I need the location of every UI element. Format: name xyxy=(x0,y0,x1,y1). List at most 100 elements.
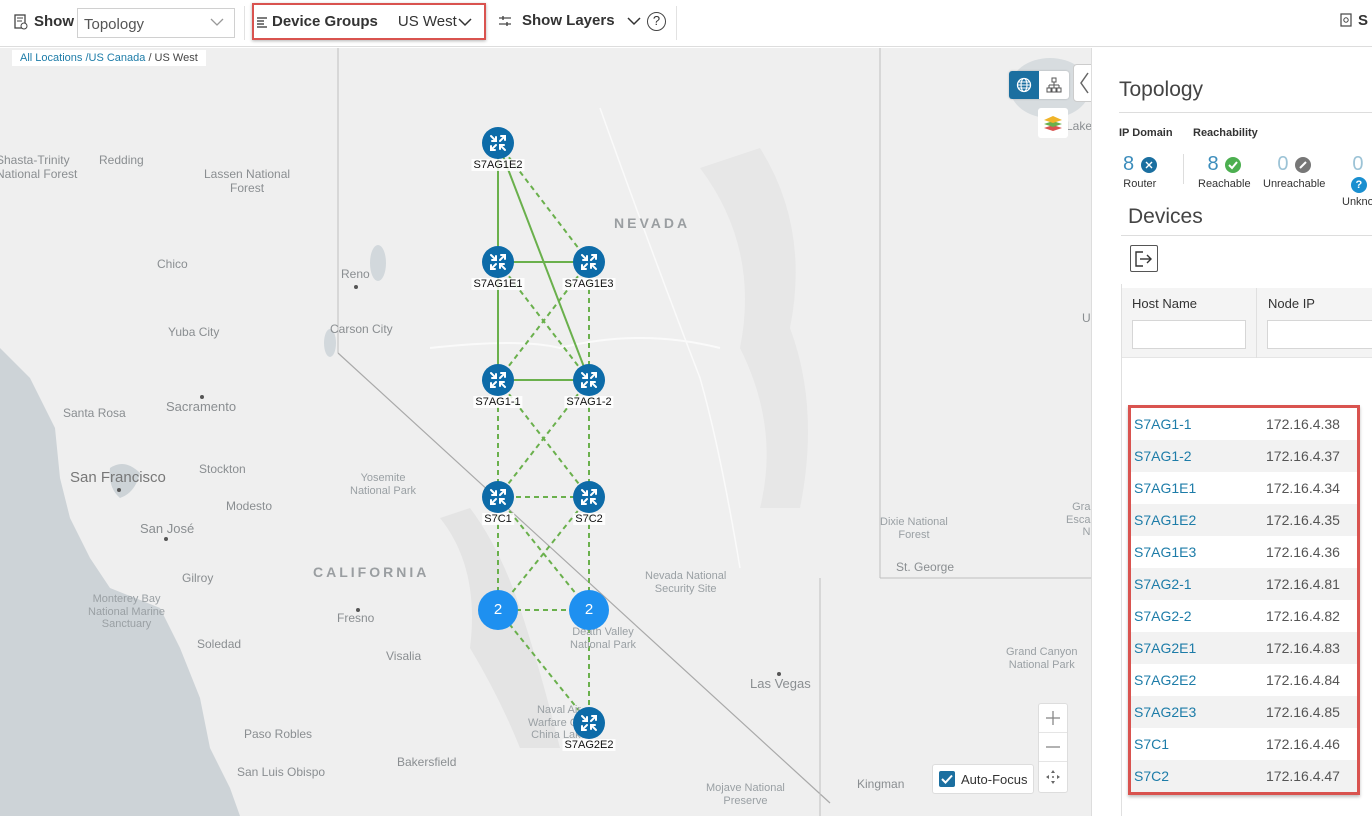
map-label: San Francisco xyxy=(70,469,166,486)
breadcrumb-us-canada[interactable]: /US Canada xyxy=(85,52,145,64)
table-row[interactable]: S7AG2E2 172.16.4.84 xyxy=(1131,664,1357,696)
chevron-down-icon xyxy=(627,16,641,25)
sliders-icon xyxy=(499,15,511,26)
city-dot xyxy=(117,488,121,492)
fit-to-screen-icon xyxy=(1046,769,1060,784)
host-name-link[interactable]: S7AG1E3 xyxy=(1131,544,1266,560)
host-name-link[interactable]: S7AG1-2 xyxy=(1131,448,1266,464)
node-ip-cell: 172.16.4.83 xyxy=(1266,640,1340,656)
map-label: Soledad xyxy=(197,637,242,651)
map-label: Modesto xyxy=(226,499,273,513)
host-name-link[interactable]: S7AG2E3 xyxy=(1131,704,1266,720)
router-node[interactable] xyxy=(482,127,514,159)
router-node[interactable] xyxy=(573,707,605,739)
host-name-link[interactable]: S7AG1-1 xyxy=(1131,416,1266,432)
fit-view-button[interactable] xyxy=(1039,762,1067,791)
node-ip-cell: 172.16.4.36 xyxy=(1266,544,1340,560)
right-toolbar-label: S xyxy=(1358,12,1369,29)
node-ip-filter-input[interactable] xyxy=(1267,320,1372,349)
divider xyxy=(1121,284,1122,816)
device-groups-label: Device Groups xyxy=(272,13,378,30)
panel-toggle-button[interactable] xyxy=(1073,64,1091,102)
logical-view-button[interactable] xyxy=(1039,71,1069,99)
table-row[interactable]: S7AG2-2 172.16.4.82 xyxy=(1131,600,1357,632)
summary-router[interactable]: 8 Router xyxy=(1123,153,1157,190)
breadcrumb-all-locations[interactable]: All Locations xyxy=(20,52,82,64)
unreachable-caption: Unreachable xyxy=(1263,178,1326,190)
view-icon xyxy=(14,13,28,29)
router-node[interactable] xyxy=(573,246,605,278)
summary-unknown[interactable]: 0 ? Unkno xyxy=(1342,153,1372,208)
table-row[interactable]: S7AG2E3 172.16.4.85 xyxy=(1131,696,1357,728)
router-node[interactable] xyxy=(482,246,514,278)
node-label: S7AG1E3 xyxy=(562,278,616,290)
host-name-link[interactable]: S7AG2E2 xyxy=(1131,672,1266,688)
map-label: Shasta-Trinity National Forest xyxy=(0,153,78,181)
show-layers-dropdown[interactable]: Show Layers xyxy=(498,12,641,29)
geo-view-button[interactable] xyxy=(1009,71,1039,99)
host-name-link[interactable]: S7AG1E2 xyxy=(1131,512,1266,528)
map-label: Lake xyxy=(1066,119,1091,133)
zoom-in-button[interactable] xyxy=(1039,704,1067,733)
layers-icon xyxy=(1044,116,1062,131)
router-icon xyxy=(581,254,597,270)
device-cluster[interactable]: 2 xyxy=(478,590,518,630)
table-row[interactable]: S7AG2-1 172.16.4.81 xyxy=(1131,568,1357,600)
host-name-link[interactable]: S7AG2-1 xyxy=(1131,576,1266,592)
node-label: S7C1 xyxy=(482,513,514,525)
device-groups-dropdown[interactable]: Device Groups US West xyxy=(252,3,486,40)
table-row[interactable]: S7AG1-1 172.16.4.38 xyxy=(1131,408,1357,440)
host-name-link[interactable]: S7C2 xyxy=(1131,768,1266,784)
router-icon xyxy=(490,489,506,505)
export-icon xyxy=(1135,250,1152,267)
map-label: Bakersfield xyxy=(397,755,457,769)
table-row[interactable]: S7AG1E2 172.16.4.35 xyxy=(1131,504,1357,536)
table-row[interactable]: S7AG2E1 172.16.4.83 xyxy=(1131,632,1357,664)
router-node[interactable] xyxy=(482,481,514,513)
export-button[interactable] xyxy=(1130,245,1158,272)
map-label: San José xyxy=(140,521,195,536)
router-node[interactable] xyxy=(482,364,514,396)
host-name-link[interactable]: S7AG1E1 xyxy=(1131,480,1266,496)
map-label: Reno xyxy=(341,267,370,281)
router-node[interactable] xyxy=(573,481,605,513)
node-ip-cell: 172.16.4.81 xyxy=(1266,576,1340,592)
map-label: Mojave National Preserve xyxy=(706,782,785,807)
table-row[interactable]: S7AG1E1 172.16.4.34 xyxy=(1131,472,1357,504)
show-select[interactable]: Topology xyxy=(77,8,235,38)
column-divider[interactable] xyxy=(1256,288,1257,358)
node-ip-cell: 172.16.4.46 xyxy=(1266,736,1340,752)
topology-map[interactable]: All Locations /US Canada / US West Shast… xyxy=(0,48,1091,816)
column-header-node-ip[interactable]: Node IP xyxy=(1268,296,1315,311)
table-row[interactable]: S7C2 172.16.4.47 xyxy=(1131,760,1357,792)
map-label: Grand Canyon National Park xyxy=(1006,646,1078,671)
map-layers-button[interactable] xyxy=(1038,108,1068,138)
host-name-link[interactable]: S7AG2-2 xyxy=(1131,608,1266,624)
node-ip-cell: 172.16.4.85 xyxy=(1266,704,1340,720)
breadcrumb-us-west: / US West xyxy=(148,52,198,64)
column-header-host-name[interactable]: Host Name xyxy=(1132,296,1197,311)
device-cluster[interactable]: 2 xyxy=(569,590,609,630)
map-label: Kingman xyxy=(857,777,905,791)
reachability-header: Reachability xyxy=(1193,127,1258,139)
summary-reachable[interactable]: 8 Reachable xyxy=(1198,153,1251,190)
table-row[interactable]: S7AG1E3 172.16.4.36 xyxy=(1131,536,1357,568)
help-icon[interactable]: ? xyxy=(647,12,666,31)
unreachable-icon xyxy=(1294,156,1311,173)
summary-unreachable[interactable]: 0 Unreachable xyxy=(1263,153,1325,190)
host-name-filter-input[interactable] xyxy=(1132,320,1246,349)
node-ip-cell: 172.16.4.82 xyxy=(1266,608,1340,624)
devices-title: Devices xyxy=(1128,205,1203,228)
question-icon: ? xyxy=(1350,176,1367,193)
table-row[interactable]: S7C1 172.16.4.46 xyxy=(1131,728,1357,760)
map-label: Nevada National Security Site xyxy=(645,570,727,595)
host-name-link[interactable]: S7C1 xyxy=(1131,736,1266,752)
unknown-caption: Unkno xyxy=(1342,196,1372,208)
table-row[interactable]: S7AG1-2 172.16.4.37 xyxy=(1131,440,1357,472)
host-name-link[interactable]: S7AG2E1 xyxy=(1131,640,1266,656)
router-node[interactable] xyxy=(573,364,605,396)
zoom-out-button[interactable] xyxy=(1039,733,1067,762)
node-ip-cell: 172.16.4.35 xyxy=(1266,512,1340,528)
right-toolbar-item[interactable]: S xyxy=(1340,12,1368,29)
auto-focus-checkbox[interactable]: Auto-Focus xyxy=(932,764,1034,794)
